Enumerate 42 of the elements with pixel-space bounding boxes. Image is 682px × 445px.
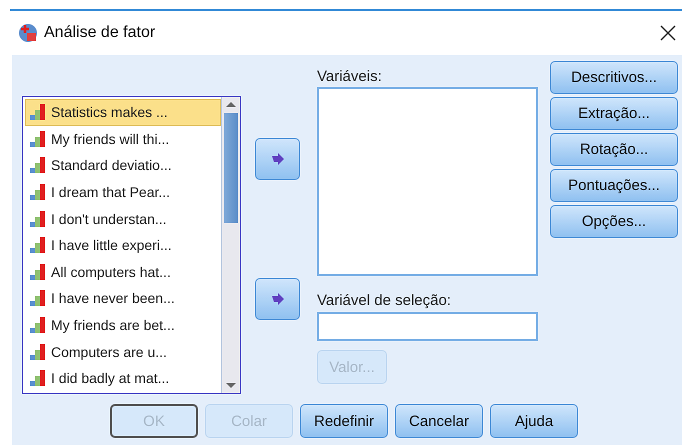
close-icon[interactable] — [660, 25, 676, 41]
dialog-button[interactable]: Redefinir — [300, 404, 388, 438]
field-label: Variável de seleção: — [317, 292, 452, 309]
arrow-right-icon — [270, 292, 284, 306]
dialog-button[interactable]: Cancelar — [395, 404, 483, 438]
bar-chart-icon — [29, 156, 47, 174]
list-item[interactable]: All computers hat... — [25, 258, 221, 286]
list-item[interactable]: My friends will thi... — [25, 126, 221, 152]
bar-chart-icon — [29, 236, 47, 254]
dialog-button[interactable]: Ajuda — [490, 404, 578, 438]
dialog-button[interactable]: Opções... — [550, 205, 678, 238]
list-item[interactable]: I dream that Pear... — [25, 178, 221, 206]
field-label: Variáveis: — [317, 68, 383, 85]
dialog-button[interactable]: Extração... — [550, 97, 678, 130]
list-item[interactable]: Standard deviatio... — [25, 152, 221, 179]
list-item[interactable]: Computers are u... — [25, 338, 221, 365]
bar-chart-icon — [29, 342, 47, 361]
dialog-button[interactable]: Pontuações... — [550, 169, 678, 202]
input-field[interactable] — [317, 312, 538, 341]
list-item[interactable]: I have little experi... — [25, 232, 221, 259]
bar-chart-icon — [29, 369, 47, 388]
bar-chart-icon — [29, 289, 47, 308]
move-button[interactable] — [255, 138, 300, 180]
bar-chart-icon — [29, 130, 47, 148]
scrollbar[interactable] — [221, 97, 240, 393]
variable-list[interactable] — [22, 96, 241, 394]
list-item[interactable]: I did badly at mat... — [25, 364, 221, 392]
dialog-button[interactable]: Rotação... — [550, 133, 678, 166]
list-item[interactable]: Statistics makes ... — [25, 99, 221, 126]
bar-chart-icon — [29, 183, 47, 202]
window-title: Análise de fator — [44, 24, 156, 42]
dialog-button[interactable]: Descritivos... — [550, 61, 678, 94]
bar-chart-icon — [29, 262, 47, 281]
app-icon — [18, 23, 38, 43]
arrow-right-icon — [270, 152, 284, 166]
list-item[interactable]: I don't understan... — [25, 205, 221, 232]
list-item[interactable]: My friends are bet... — [25, 312, 221, 338]
bar-chart-icon — [29, 210, 47, 228]
bar-chart-icon — [29, 316, 47, 334]
move-button[interactable] — [255, 278, 300, 320]
list-item[interactable]: I have never been... — [25, 285, 221, 312]
bar-chart-icon — [29, 103, 47, 122]
